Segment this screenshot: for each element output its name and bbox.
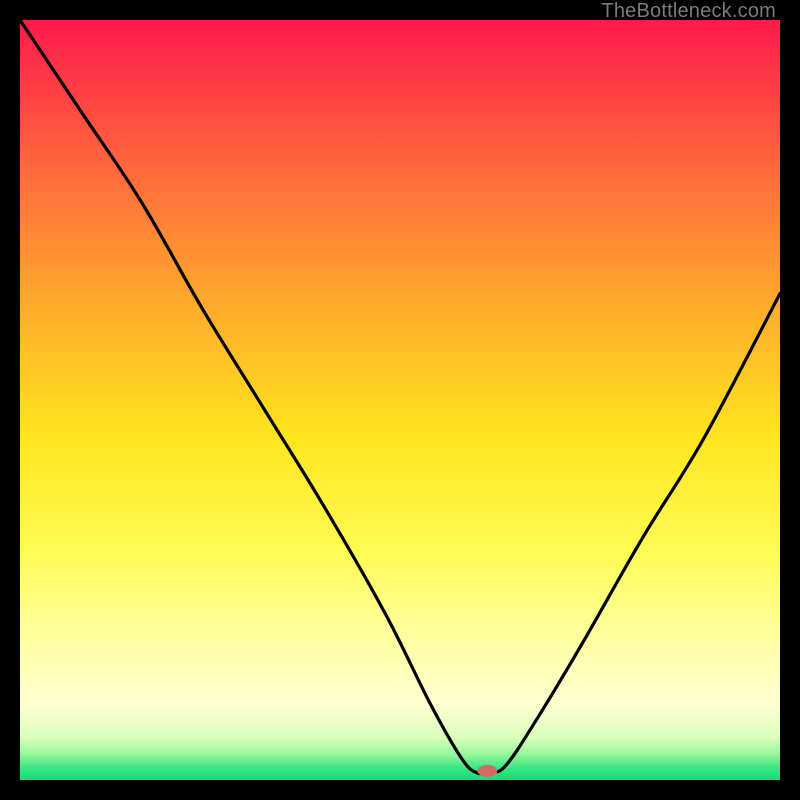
optimum-marker	[477, 765, 497, 777]
chart-svg	[20, 20, 780, 780]
plot-area	[20, 20, 780, 780]
gradient-background	[20, 20, 780, 780]
chart-frame: { "watermark": "TheBottleneck.com", "cha…	[0, 0, 800, 800]
